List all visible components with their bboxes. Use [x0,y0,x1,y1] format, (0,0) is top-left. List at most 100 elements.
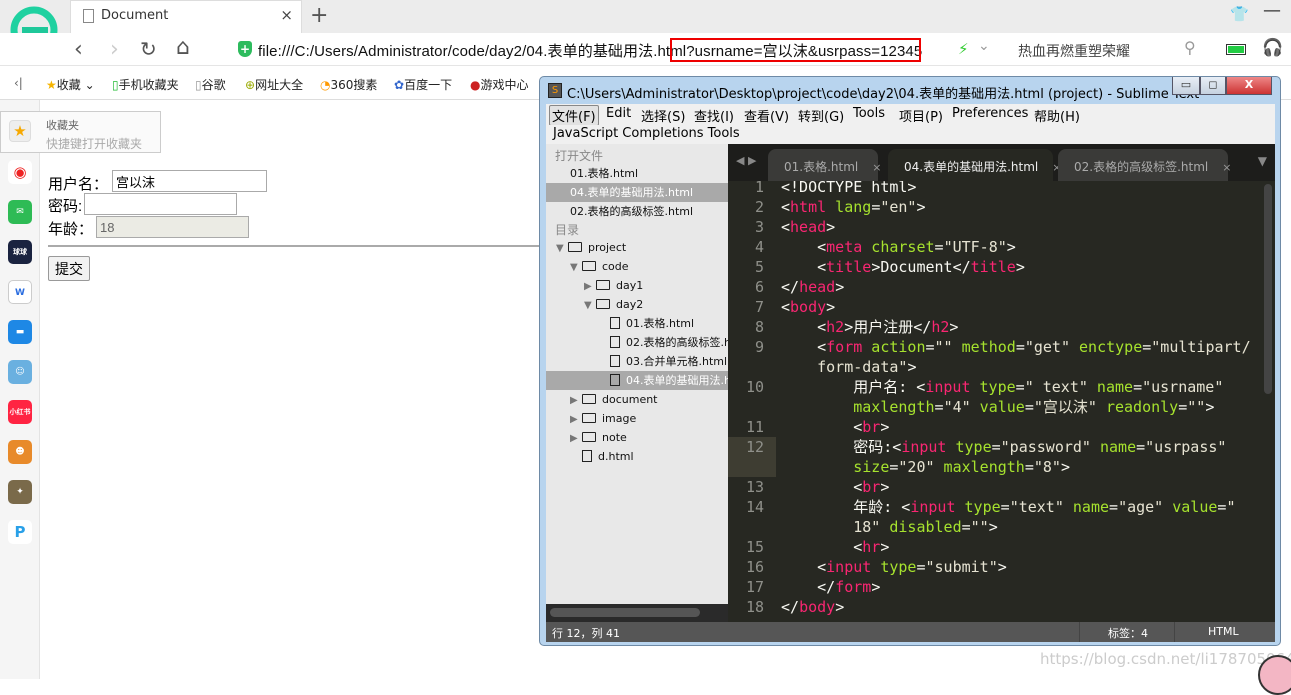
code-text: maxlength="4" value="宫以沫" readonly=""> [781,398,1215,416]
editor-tab[interactable]: 01.表格.html × [768,149,881,181]
weibo-icon[interactable]: ◉ [8,160,32,184]
bookmark-favorites[interactable]: ★收藏 ⌄ [46,76,95,93]
age-input [96,216,249,238]
chat-icon[interactable]: ▬ [8,320,32,344]
tree-item[interactable]: 02.表格的高级标签.html [546,333,728,352]
headphones-icon[interactable]: 🎧 [1262,38,1283,58]
editor-tab[interactable]: 04.表单的基础用法.html × [888,149,1061,181]
bookmark-hao[interactable]: ⊕网址大全 [245,76,303,93]
password-input[interactable] [84,193,237,215]
code-line: 6 </head> [728,277,1275,297]
tree-item[interactable]: ▶ note [546,428,728,447]
tree-item[interactable]: ▶ day1 [546,276,728,295]
code-line: 8 <h2>用户注册</h2> [728,317,1275,337]
home-button[interactable]: ⌂ [176,35,190,60]
xiaohongshu-icon[interactable]: 小红书 [8,400,32,424]
p-icon[interactable]: P [8,520,32,544]
bookmark-google[interactable]: ▯谷歌 [195,76,226,93]
tree-item[interactable]: ▶ image [546,409,728,428]
code-line: 7 <body> [728,297,1275,317]
menu-item[interactable]: Edit [606,106,631,121]
syntax-mode[interactable]: HTML [1208,625,1239,638]
bookmark-games[interactable]: ●游戏中心 [470,76,529,93]
sublime-window: S C:\Users\Administrator\Desktop\project… [539,76,1281,646]
expanded-arrow-icon[interactable]: ▼ [570,258,582,276]
editor-tab[interactable]: 02.表格的高级标签.html × [1058,149,1231,181]
code-text: 密码:<input type="password" name="usrpass" [781,438,1227,456]
open-file-item[interactable]: 02.表格的高级标签.html [546,202,728,221]
word-icon[interactable]: W [8,280,32,304]
bookmark-360[interactable]: ◔360搜素 [320,76,377,93]
menu-item[interactable]: 文件(F) [549,105,599,126]
file-icon [610,374,620,386]
bookmark-baidu[interactable]: ✿百度一下 [394,76,452,93]
security-shield-icon[interactable]: + [238,41,252,57]
menu-item[interactable]: Preferences [952,106,1028,121]
menu-item[interactable]: 项目(P) [899,106,943,125]
tree-item[interactable]: d.html [546,447,728,466]
new-tab-button[interactable]: + [310,3,328,28]
code-line: size="20" maxlength="8"> [728,457,1275,477]
tree-item[interactable]: ▼ code [546,257,728,276]
tab-close-icon[interactable]: × [872,161,881,174]
collapsed-arrow-icon[interactable]: ▶ [584,277,596,295]
open-file-item[interactable]: 04.表单的基础用法.html [546,183,728,202]
news-icon[interactable]: 球球 [8,240,32,264]
password-label: 密码: [48,198,83,215]
tab-close-icon[interactable]: × [1222,161,1231,174]
submit-button[interactable]: 提交 [48,256,90,281]
editor-scrollbar[interactable] [1264,184,1272,394]
menu-item[interactable]: 查找(I) [694,106,734,125]
username-input[interactable] [112,170,267,192]
code-editor[interactable]: 1 <!DOCTYPE html> 2 <html lang="en"> 3 <head>… [728,181,1275,622]
tree-item[interactable]: 01.表格.html [546,314,728,333]
bookmark-mobile[interactable]: ▯手机收藏夹 [112,76,179,93]
tab-scroll-arrows-icon[interactable]: ◀ ▶ [736,154,756,167]
menu-item[interactable]: 帮助(H) [1034,106,1080,125]
collapse-sidebar-icon[interactable]: ‹| [14,76,23,90]
tab-size[interactable]: 标签：4 [1108,625,1148,641]
maximize-button[interactable]: ◻ [1200,77,1226,95]
code-line: 9 <form action="" method="get" enctype="… [728,337,1275,357]
forward-button[interactable]: › [110,37,119,62]
tree-item[interactable]: ▼ day2 [546,295,728,314]
game2-icon[interactable]: ☻ [8,440,32,464]
minimize-button[interactable]: ▭ [1172,77,1200,95]
line-number: 10 [745,378,764,396]
back-button[interactable]: ‹ [74,37,83,62]
menu-item[interactable]: Tools [853,106,885,121]
collapsed-arrow-icon[interactable]: ▶ [570,429,582,447]
tree-item[interactable]: ▶ document [546,390,728,409]
menu-bar: 文件(F) Edit 选择(S) 查找(I) 查看(V) 转到(G) Tools 项目(P) P… [546,104,1275,126]
tree-item[interactable]: 04.表单的基础用法.html [546,371,728,390]
code-text: <meta charset="UTF-8"> [781,238,1016,256]
reload-button[interactable]: ↻ [140,37,157,61]
browser-tab[interactable]: Document × [70,0,302,33]
tab-list-dropdown-icon[interactable]: ▼ [1258,154,1267,168]
sidebar-scrollbar[interactable] [546,604,728,622]
expanded-arrow-icon[interactable]: ▼ [584,296,596,314]
file-icon [610,336,620,348]
close-button[interactable]: X [1226,77,1272,95]
chevron-down-icon[interactable]: ⌄ [978,38,990,54]
mail-icon[interactable]: ✉ [8,200,32,224]
tree-item[interactable]: 03.合并单元格.html [546,352,728,371]
speed-mode-icon[interactable]: ⚡ [958,40,969,58]
menu-item[interactable]: 转到(G) [798,106,844,125]
pubg-icon[interactable]: ✦ [8,480,32,504]
minimize-button[interactable]: — [1263,0,1281,21]
search-input[interactable]: 热血再燃重塑荣耀 [1018,41,1130,61]
tree-item[interactable]: ▼ project [546,238,728,257]
open-file-item[interactable]: 01.表格.html [546,164,728,183]
menu-js-completions[interactable]: JavaScript Completions Tools [553,126,740,141]
expanded-arrow-icon[interactable]: ▼ [556,239,568,257]
menu-item[interactable]: 选择(S) [641,106,685,125]
tab-close-icon[interactable]: × [280,6,293,24]
collapsed-arrow-icon[interactable]: ▶ [570,391,582,409]
search-icon[interactable]: ⚲ [1184,38,1196,57]
menu-item[interactable]: 查看(V) [744,106,789,125]
code-text: </form> [781,578,881,596]
game-icon[interactable]: ☺ [8,360,32,384]
skin-icon[interactable]: 👕 [1230,5,1249,23]
collapsed-arrow-icon[interactable]: ▶ [570,410,582,428]
